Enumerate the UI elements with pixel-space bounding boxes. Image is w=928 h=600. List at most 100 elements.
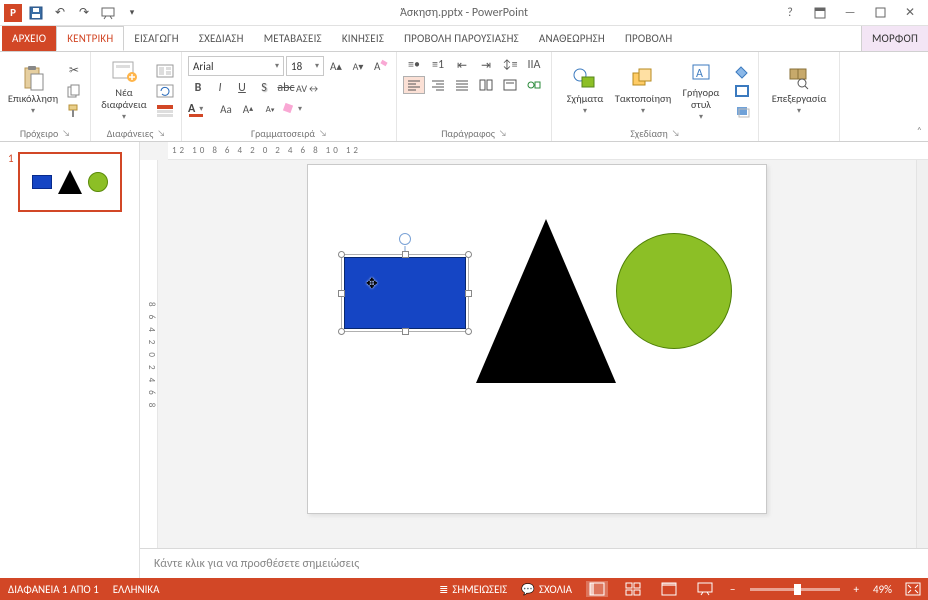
view-slideshow-icon[interactable] [694,581,716,597]
status-comments-toggle[interactable]: 💬ΣΧΟΛΙΑ [521,583,572,596]
qat-customize-icon[interactable]: ▾ [122,3,142,23]
zoom-out-icon[interactable]: − [730,583,735,596]
tab-animations[interactable]: ΚΙΝΗΣΕΙΣ [332,26,394,51]
status-language[interactable]: ΕΛΛΗΝΙΚΑ [113,583,160,596]
resize-handle-sw[interactable] [338,328,345,335]
align-right-icon[interactable] [427,76,449,94]
new-slide-button[interactable]: Νέα διαφάνεια ▾ [97,59,151,121]
grow-font-icon[interactable]: A▴ [326,57,346,75]
slide-canvas-area[interactable]: ✥ [158,160,916,548]
tab-transitions[interactable]: ΜΕΤΑΒΑΣΕΙΣ [254,26,332,51]
tab-file[interactable]: ΑΡΧΕΙΟ [2,26,56,51]
numbering-icon[interactable]: ≡1 [427,56,449,74]
start-slideshow-icon[interactable] [98,3,118,23]
tab-format[interactable]: ΜΟΡΦΟΠ [861,26,928,51]
horizontal-ruler[interactable]: 12 10 8 6 4 2 0 2 4 6 8 10 12 [168,142,928,160]
slide[interactable]: ✥ [307,164,767,514]
strikethrough-button[interactable]: abc [276,79,296,97]
slide-layout-icon[interactable] [155,62,175,80]
clear-formatting-icon[interactable]: A [370,57,390,75]
maximize-icon[interactable] [868,3,892,23]
view-sorter-icon[interactable] [622,581,644,597]
font-color-button[interactable]: A▾ [188,100,214,118]
shape-outline-icon[interactable] [732,82,752,100]
reset-slide-icon[interactable] [155,82,175,100]
slide-thumbnail-1[interactable] [18,152,122,212]
italic-button[interactable]: I [210,79,230,97]
zoom-percent[interactable]: 49% [873,583,892,596]
line-spacing-icon[interactable]: ↕≡ [499,56,521,74]
resize-handle-se[interactable] [465,328,472,335]
section-icon[interactable] [155,102,175,120]
resize-handle-ne[interactable] [465,251,472,258]
columns-icon[interactable] [475,76,497,94]
status-notes-toggle[interactable]: ≣ΣΗΜΕΙΩΣΕΙΣ [439,583,507,596]
bullets-icon[interactable]: ≡• [403,56,425,74]
zoom-slider[interactable] [750,588,840,591]
shapes-button[interactable]: Σχήματα▾ [558,65,612,116]
shape-circle[interactable] [616,233,732,349]
shape-triangle[interactable] [476,219,616,383]
ribbon-display-options-icon[interactable] [808,3,832,23]
editing-button[interactable]: Επεξεργασία▾ [765,65,833,116]
shape-fill-icon[interactable] [732,62,752,80]
close-icon[interactable]: ✕ [898,3,922,23]
tab-insert[interactable]: ΕΙΣΑΓΩΓΗ [124,26,188,51]
align-center-icon[interactable] [403,76,425,94]
quick-styles-button[interactable]: A Γρήγορα στυλ▾ [674,59,728,121]
font-size-combo[interactable]: 18▾ [286,56,324,76]
increase-font-icon[interactable]: A▴ [238,100,258,118]
redo-icon[interactable]: ↷ [74,3,94,23]
shadow-button[interactable]: S [254,79,274,97]
help-icon[interactable]: ? [778,3,802,23]
vertical-ruler[interactable]: 8 6 4 2 0 2 4 6 8 [140,160,158,548]
drawing-dialog-icon[interactable]: ↘ [672,128,680,139]
tab-home[interactable]: ΚΕΝΤΡΙΚΗ [56,26,124,51]
undo-icon[interactable]: ↶ [50,3,70,23]
tab-slideshow[interactable]: ΠΡΟΒΟΛΗ ΠΑΡΟΥΣΙΑΣΗΣ [394,26,529,51]
change-case-button[interactable]: Aa [216,100,236,118]
convert-smartart-icon[interactable] [523,76,545,94]
app-icon[interactable]: P [4,4,22,22]
arrange-button[interactable]: Τακτοποίηση▾ [616,65,670,116]
resize-handle-s[interactable] [402,328,409,335]
status-slide-count[interactable]: ΔΙΑΦΑΝΕΙΑ 1 ΑΠΟ 1 [8,583,99,596]
decrease-font-icon[interactable]: A▾ [260,100,280,118]
view-normal-icon[interactable] [586,581,608,597]
zoom-slider-knob[interactable] [794,584,801,595]
clipboard-dialog-icon[interactable]: ↘ [62,128,70,139]
minimize-icon[interactable]: — [838,3,862,23]
underline-button[interactable]: U [232,79,252,97]
shrink-font-icon[interactable]: A▾ [348,57,368,75]
zoom-in-icon[interactable]: + [854,583,859,596]
increase-indent-icon[interactable]: ⇥ [475,56,497,74]
cut-icon[interactable]: ✂ [64,62,84,80]
save-icon[interactable] [26,3,46,23]
font-name-combo[interactable]: Arial▾ [188,56,284,76]
slides-dialog-icon[interactable]: ↘ [157,128,165,139]
tab-review[interactable]: ΑΝΑΘΕΩΡΗΣΗ [529,26,615,51]
shape-effects-icon[interactable] [732,102,752,120]
text-direction-icon[interactable]: IIA [523,56,545,74]
highlight-button[interactable]: ▾ [282,100,308,118]
view-reading-icon[interactable] [658,581,680,597]
resize-handle-e[interactable] [465,290,472,297]
shape-rectangle[interactable] [344,257,466,329]
bold-button[interactable]: B [188,79,208,97]
font-dialog-icon[interactable]: ↘ [319,128,327,139]
decrease-indent-icon[interactable]: ⇤ [451,56,473,74]
fit-to-window-icon[interactable] [906,583,920,595]
vertical-scrollbar[interactable] [916,160,928,548]
justify-icon[interactable] [451,76,473,94]
rotate-handle-icon[interactable] [399,233,411,245]
align-text-icon[interactable] [499,76,521,94]
character-spacing-icon[interactable]: AV↔ [298,79,318,97]
tab-design[interactable]: ΣΧΕΔΙΑΣΗ [189,26,254,51]
paste-button[interactable]: Επικόλληση ▾ [6,65,60,116]
paragraph-dialog-icon[interactable]: ↘ [499,128,507,139]
collapse-ribbon-icon[interactable]: ˄ [917,124,922,137]
format-painter-icon[interactable] [64,102,84,120]
notes-pane[interactable]: Κάντε κλικ για να προσθέσετε σημειώσεις [140,548,928,578]
tab-view[interactable]: ΠΡΟΒΟΛΗ [615,26,683,51]
copy-icon[interactable] [64,82,84,100]
